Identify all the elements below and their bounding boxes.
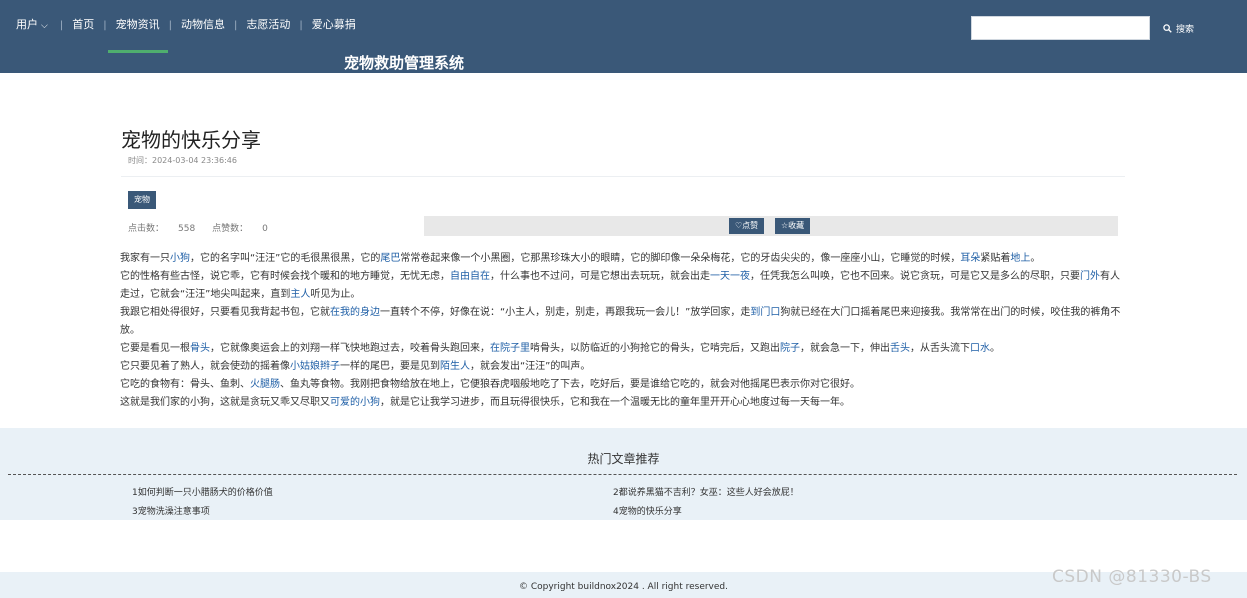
nav-user-label: 用户: [16, 18, 38, 31]
search-button-label: 搜索: [1176, 24, 1195, 35]
content-paragraph: 这就是我们家的小狗，这就是贪玩又乖又尽职又可爱的小狗，就是它让我学习进步，而且玩…: [120, 397, 850, 408]
keyword-link[interactable]: 地上: [1010, 253, 1030, 264]
keyword-link[interactable]: 在院子里: [490, 343, 530, 354]
keyword-link[interactable]: 自由自在: [450, 271, 490, 282]
hot-article-link[interactable]: 3宠物洗澡注意事项: [132, 504, 210, 517]
content-paragraph: 它要是看见一根骨头，它就像奥运会上的刘翔一样飞快地跑过去，咬着骨头跑回来，在院子…: [120, 343, 1000, 354]
search-icon: [1163, 23, 1172, 33]
keyword-link[interactable]: 一天一夜: [710, 271, 750, 282]
divider: [121, 176, 1125, 177]
time-label: 时间：: [128, 156, 152, 165]
keyword-link[interactable]: 舌头: [890, 343, 910, 354]
keyword-link[interactable]: 耳朵: [960, 253, 980, 264]
keyword-link[interactable]: 主人: [290, 289, 310, 300]
dashed-divider: [8, 474, 1237, 475]
hot-articles-title: 热门文章推荐: [587, 452, 660, 466]
watermark: CSDN @81330-BS: [1052, 567, 1212, 587]
nav-animal-info[interactable]: 动物信息: [172, 0, 234, 50]
keyword-link[interactable]: 陌生人: [440, 361, 470, 372]
hot-articles-section: 热门文章推荐 1如何判断一只小腊肠犬的价格价值 2都说养黑猫不吉利？女巫：这些人…: [0, 428, 1247, 520]
hot-article-link[interactable]: 1如何判断一只小腊肠犬的价格价值: [132, 485, 273, 498]
keyword-link[interactable]: 可爱的小狗: [330, 397, 380, 408]
content-paragraph: 它只要见着了熟人，就会使劲的摇着像小姑娘辫子一样的尾巴，要是见到陌生人，就会发出…: [120, 361, 591, 372]
article-stats: 点击数： 558 点赞数： 0: [128, 221, 268, 234]
content-paragraph: 我跟它相处得很好，只要看见我背起书包，它就在我的身边一直转个不停，好像在说：“小…: [120, 307, 1121, 336]
article-title: 宠物的快乐分享: [121, 128, 261, 152]
content-paragraph: 我家有一只小狗，它的名字叫“汪汪”它的毛很黑很黑，它的尾巴常常卷起来像一个小黑圈…: [120, 253, 1041, 264]
click-count: 点击数： 558: [128, 224, 196, 234]
nav-donation[interactable]: 爱心募捐: [303, 0, 365, 50]
keyword-link[interactable]: 到门口: [750, 307, 780, 318]
favorite-button[interactable]: ☆收藏: [775, 218, 811, 234]
category-tag[interactable]: 宠物: [128, 191, 156, 209]
chevron-down-icon: ⌵: [41, 21, 48, 31]
content-paragraph: 它的性格有些古怪，说它乖，它有时候会找个暖和的地方睡觉，无忧无虑，自由自在，什么…: [120, 271, 1120, 300]
action-bar: ♡点赞 ☆收藏: [424, 216, 1118, 236]
keyword-link[interactable]: 门外: [1080, 271, 1100, 282]
main-nav: 用户 ⌵ | 首页 | 宠物资讯 | 动物信息 | 志愿活动 | 爱心募捐: [16, 0, 365, 53]
article-content: 我家有一只小狗，它的名字叫“汪汪”它的毛很黑很黑，它的尾巴常常卷起来像一个小黑圈…: [120, 250, 1125, 412]
keyword-link[interactable]: 小姑娘辫子: [290, 361, 340, 372]
hot-article-link[interactable]: 4宠物的快乐分享: [613, 504, 682, 517]
keyword-link[interactable]: 在我的身边: [330, 307, 380, 318]
site-title: 宠物救助管理系统: [344, 54, 465, 72]
keyword-link[interactable]: 口水: [970, 343, 990, 354]
nav-home[interactable]: 首页: [63, 0, 103, 50]
nav-volunteer[interactable]: 志愿活动: [237, 0, 299, 50]
article-time: 时间：2024-03-04 23:36:46: [128, 155, 237, 166]
search-button[interactable]: 搜索: [1163, 20, 1194, 36]
keyword-link[interactable]: 院子: [780, 343, 800, 354]
search-input[interactable]: [971, 16, 1150, 40]
keyword-link[interactable]: 火腿肠: [250, 379, 280, 390]
time-value: 2024-03-04 23:36:46: [152, 156, 237, 165]
top-navbar: 用户 ⌵ | 首页 | 宠物资讯 | 动物信息 | 志愿活动 | 爱心募捐 宠物救…: [0, 0, 1247, 73]
favorite-button-label: 收藏: [788, 221, 805, 230]
like-count: 点赞数： 0: [212, 224, 268, 234]
nav-pet-news[interactable]: 宠物资讯: [107, 0, 169, 53]
hot-article-link[interactable]: 2都说养黑猫不吉利？女巫：这些人好会放屁！: [613, 485, 799, 498]
nav-user-menu[interactable]: 用户 ⌵: [16, 0, 60, 50]
keyword-link[interactable]: 小狗: [170, 253, 190, 264]
like-button-label: 点赞: [742, 221, 759, 230]
keyword-link[interactable]: 尾巴: [380, 253, 400, 264]
like-button[interactable]: ♡点赞: [729, 218, 765, 234]
content-paragraph: 它吃的食物有：骨头、鱼刺、火腿肠、鱼丸等食物。我刚把食物给放在地上，它便狼吞虎咽…: [120, 379, 860, 390]
keyword-link[interactable]: 骨头: [190, 343, 210, 354]
